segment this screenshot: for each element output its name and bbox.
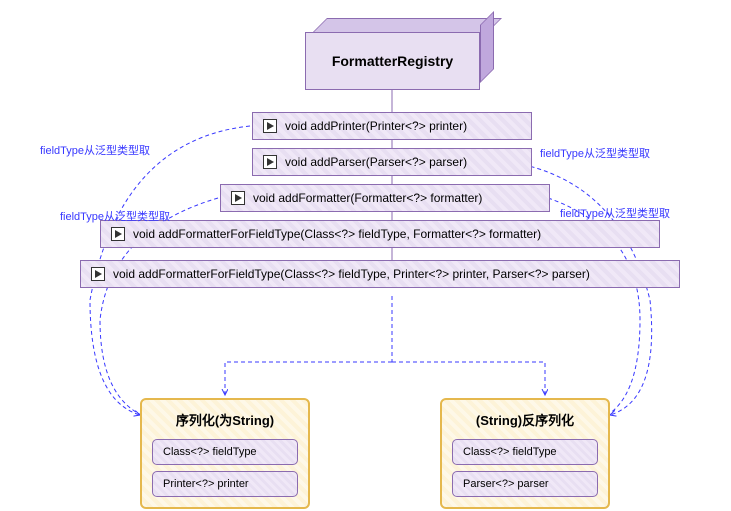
annotation: fieldType从泛型类型取 (60, 208, 170, 224)
annotation: fieldType从泛型类型取 (540, 145, 650, 161)
play-icon (111, 227, 125, 241)
result-item: Class<?> fieldType (152, 439, 298, 465)
annotation: fieldType从泛型类型取 (560, 205, 670, 221)
result-title: (String)反序列化 (452, 410, 598, 429)
method-addFormatterForFieldType-1: void addFormatterForFieldType(Class<?> f… (100, 220, 660, 248)
method-addPrinter: void addPrinter(Printer<?> printer) (252, 112, 532, 140)
method-label: void addFormatterForFieldType(Class<?> f… (133, 227, 541, 241)
method-label: void addFormatterForFieldType(Class<?> f… (113, 267, 590, 281)
result-item: Class<?> fieldType (452, 439, 598, 465)
method-label: void addParser(Parser<?> parser) (285, 155, 467, 169)
result-item: Parser<?> parser (452, 471, 598, 497)
method-label: void addFormatter(Formatter<?> formatter… (253, 191, 482, 205)
result-serialize: 序列化(为String) Class<?> fieldType Printer<… (140, 398, 310, 509)
method-addParser: void addParser(Parser<?> parser) (252, 148, 532, 176)
annotation: fieldType从泛型类型取 (40, 142, 150, 158)
play-icon (231, 191, 245, 205)
result-item: Printer<?> printer (152, 471, 298, 497)
play-icon (91, 267, 105, 281)
play-icon (263, 155, 277, 169)
header-box: FormatterRegistry (305, 25, 480, 90)
method-label: void addPrinter(Printer<?> printer) (285, 119, 467, 133)
play-icon (263, 119, 277, 133)
method-addFormatter: void addFormatter(Formatter<?> formatter… (220, 184, 550, 212)
method-addFormatterForFieldType-2: void addFormatterForFieldType(Class<?> f… (80, 260, 680, 288)
result-title: 序列化(为String) (152, 410, 298, 429)
diagram-canvas: FormatterRegistry void addPrinter(Printe… (0, 0, 731, 511)
result-deserialize: (String)反序列化 Class<?> fieldType Parser<?… (440, 398, 610, 509)
header-title: FormatterRegistry (305, 32, 480, 90)
